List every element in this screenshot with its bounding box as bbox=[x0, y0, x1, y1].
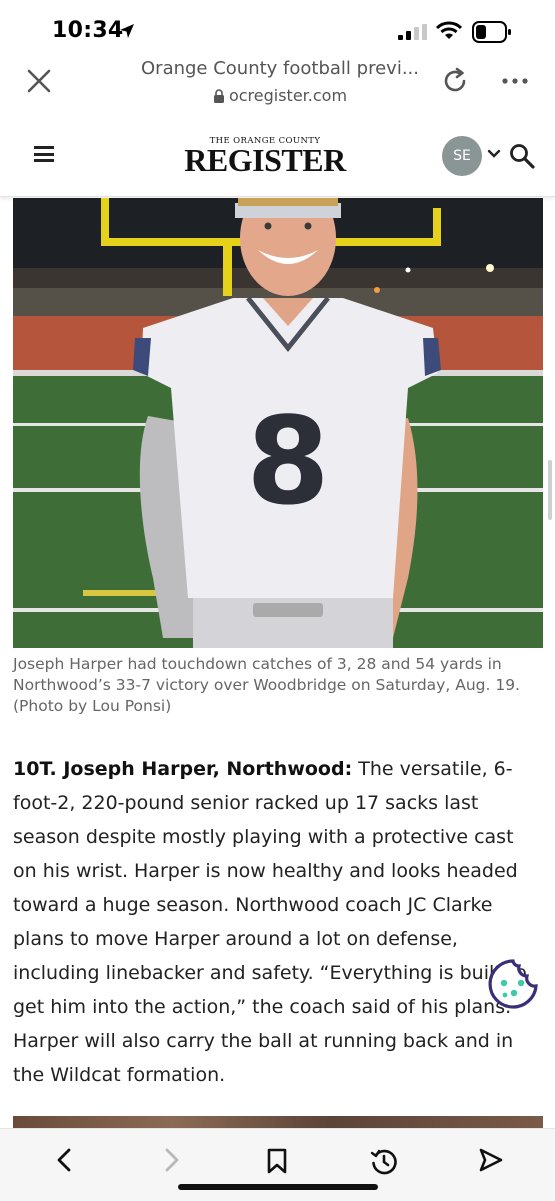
article-body: The versatile, 6-foot-2, 220-pound senio… bbox=[13, 758, 527, 1086]
bookmark-icon[interactable] bbox=[266, 1147, 288, 1175]
domain-text: ocregister.com bbox=[228, 86, 348, 105]
site-header: THE ORANGE COUNTY REGISTER SE bbox=[0, 118, 555, 197]
photo-caption: Joseph Harper had touchdown catches of 3… bbox=[13, 655, 520, 715]
page-domain: ocregister.com bbox=[90, 86, 470, 105]
history-icon[interactable] bbox=[370, 1147, 398, 1175]
lock-icon bbox=[213, 89, 224, 103]
player-photo-illustration: 8 bbox=[13, 198, 543, 648]
site-logo[interactable]: THE ORANGE COUNTY REGISTER bbox=[180, 136, 350, 178]
forward-icon[interactable] bbox=[160, 1147, 182, 1173]
cookie-settings-icon[interactable] bbox=[485, 956, 541, 1012]
menu-icon[interactable] bbox=[34, 146, 54, 162]
scrollbar-thumb[interactable] bbox=[548, 460, 552, 520]
cellular-signal-icon bbox=[398, 24, 427, 40]
battery-icon bbox=[472, 21, 511, 43]
article-lead: 10T. Joseph Harper, Northwood: bbox=[13, 758, 353, 780]
share-icon[interactable] bbox=[478, 1147, 504, 1173]
article-paragraph: 10T. Joseph Harper, Northwood: The versa… bbox=[13, 752, 541, 1092]
close-icon[interactable] bbox=[26, 68, 52, 94]
article-photo: 8 bbox=[13, 198, 543, 648]
logo-main-text: REGISTER bbox=[184, 142, 346, 178]
wifi-icon bbox=[436, 21, 462, 39]
browser-toolbar: Orange County football previ... ocregist… bbox=[0, 50, 555, 114]
home-indicator[interactable] bbox=[178, 1184, 378, 1190]
jersey-number: 8 bbox=[246, 393, 330, 532]
location-arrow-icon bbox=[120, 24, 134, 38]
avatar[interactable]: SE bbox=[442, 136, 482, 176]
browser-bottom-bar bbox=[0, 1128, 555, 1201]
back-icon[interactable] bbox=[54, 1147, 76, 1173]
more-icon[interactable] bbox=[502, 78, 528, 84]
page-title: Orange County football previ... bbox=[141, 58, 419, 79]
status-time: 10:34 bbox=[52, 18, 124, 43]
reload-icon[interactable] bbox=[440, 66, 470, 96]
search-icon[interactable] bbox=[508, 142, 536, 170]
chevron-down-icon[interactable] bbox=[487, 149, 501, 159]
